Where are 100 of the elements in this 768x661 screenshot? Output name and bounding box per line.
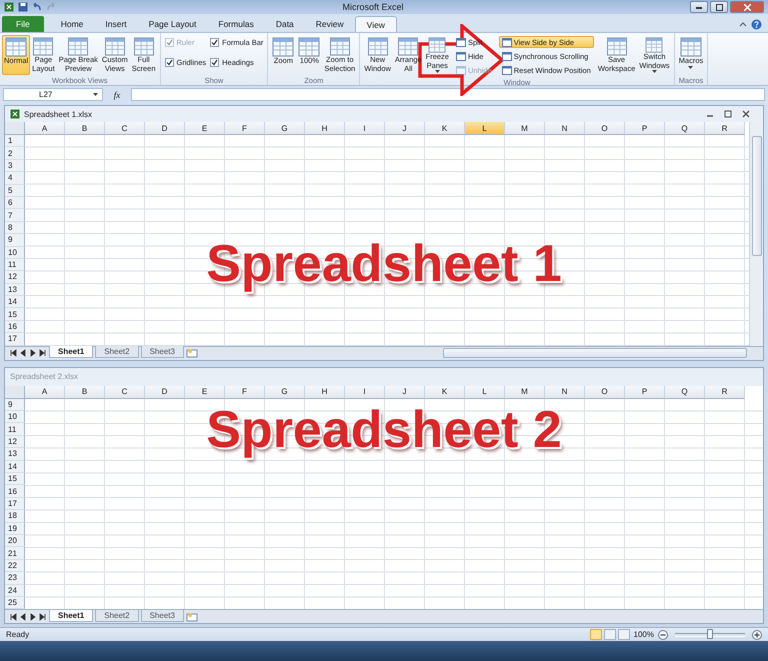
column-header[interactable]: L: [465, 386, 505, 399]
row-header[interactable]: 7: [5, 209, 25, 222]
sheet-tab[interactable]: Sheet3: [140, 610, 184, 622]
column-header[interactable]: C: [105, 386, 145, 399]
column-header[interactable]: M: [505, 122, 545, 135]
row-header[interactable]: 5: [5, 184, 25, 197]
row-header[interactable]: 9: [5, 234, 25, 247]
sheet-nav-icon[interactable]: [9, 612, 17, 621]
checkbox[interactable]: [210, 58, 220, 66]
row-header[interactable]: 19: [5, 522, 25, 535]
column-header[interactable]: K: [425, 122, 465, 135]
ribbon-tab[interactable]: View: [354, 16, 397, 32]
column-header[interactable]: G: [265, 386, 305, 399]
checkbox[interactable]: [164, 58, 174, 66]
row-header[interactable]: 21: [5, 547, 25, 560]
row-header[interactable]: 13: [5, 448, 25, 461]
column-header[interactable]: Q: [665, 386, 705, 399]
row-header[interactable]: 10: [5, 411, 25, 424]
row-header[interactable]: 9: [5, 398, 25, 412]
column-header[interactable]: M: [505, 386, 545, 399]
row-header[interactable]: 17: [5, 333, 25, 346]
column-header[interactable]: E: [185, 122, 225, 135]
column-header[interactable]: R: [705, 122, 745, 135]
ribbon-tab[interactable]: Data: [264, 16, 305, 32]
row-header[interactable]: 12: [5, 436, 25, 448]
column-header[interactable]: H: [305, 122, 345, 135]
sheet-nav-icon[interactable]: [9, 349, 17, 358]
row-header[interactable]: 22: [5, 560, 25, 572]
ribbon-tab[interactable]: Page Layout: [138, 16, 208, 32]
help-icon[interactable]: [751, 18, 762, 30]
row-header[interactable]: 15: [5, 472, 25, 486]
ribbon-tab[interactable]: Insert: [94, 16, 138, 32]
insert-sheet-icon[interactable]: [186, 612, 200, 622]
ribbon-tab[interactable]: Formulas: [207, 16, 265, 32]
column-header[interactable]: K: [425, 386, 465, 399]
column-header[interactable]: N: [545, 386, 585, 399]
column-header[interactable]: L: [465, 122, 505, 135]
column-header[interactable]: Q: [665, 122, 705, 135]
sheet-tab[interactable]: Sheet2: [95, 346, 139, 358]
row-header[interactable]: 1: [5, 135, 25, 148]
row-header[interactable]: 6: [5, 196, 25, 210]
column-header[interactable]: O: [585, 122, 625, 135]
restore-button[interactable]: [710, 1, 728, 13]
sheet-nav-icon[interactable]: [39, 612, 47, 621]
column-header[interactable]: J: [385, 122, 425, 135]
undo-icon[interactable]: [32, 2, 42, 12]
column-header[interactable]: A: [25, 386, 65, 399]
zoom-out-icon[interactable]: [658, 630, 668, 640]
row-header[interactable]: 18: [5, 510, 25, 523]
cell-grid[interactable]: [25, 398, 763, 610]
column-header[interactable]: B: [65, 122, 105, 135]
column-header[interactable]: E: [185, 386, 225, 399]
column-header[interactable]: G: [265, 122, 305, 135]
sheet-tab[interactable]: Sheet2: [95, 610, 139, 622]
row-header[interactable]: 17: [5, 498, 25, 510]
row-header[interactable]: 24: [5, 584, 25, 597]
column-header[interactable]: F: [225, 386, 265, 399]
column-header[interactable]: D: [145, 386, 185, 399]
close-button[interactable]: [730, 1, 764, 13]
column-header[interactable]: I: [345, 122, 385, 135]
vertical-scrollbar[interactable]: [749, 122, 763, 346]
sheet-tab[interactable]: Sheet3: [140, 346, 184, 358]
row-header[interactable]: 14: [5, 296, 25, 308]
column-header[interactable]: N: [545, 122, 585, 135]
column-header[interactable]: H: [305, 386, 345, 399]
slider-thumb[interactable]: [707, 628, 713, 639]
minimize-button[interactable]: [690, 1, 708, 13]
column-header[interactable]: O: [585, 386, 625, 399]
row-header[interactable]: 25: [5, 596, 25, 610]
zoom-percent[interactable]: 100%: [634, 630, 654, 640]
column-header[interactable]: D: [145, 122, 185, 135]
column-header[interactable]: P: [625, 386, 665, 399]
sheet-tab[interactable]: Sheet1: [49, 610, 94, 622]
file-tab[interactable]: File: [2, 16, 44, 32]
sheet-tab[interactable]: Sheet1: [49, 346, 94, 358]
column-header[interactable]: C: [105, 122, 145, 135]
row-header[interactable]: 14: [5, 460, 25, 473]
name-box[interactable]: L27: [3, 88, 103, 101]
spreadsheet-icon[interactable]: [4, 2, 14, 12]
zoom-in-icon[interactable]: [752, 630, 762, 640]
row-header[interactable]: 16: [5, 320, 25, 334]
close-icon[interactable]: [742, 110, 750, 118]
ribbon-tab[interactable]: Review: [304, 16, 355, 32]
column-header[interactable]: F: [225, 122, 265, 135]
restore-icon[interactable]: [724, 110, 732, 118]
row-header[interactable]: 11: [5, 423, 25, 436]
column-header[interactable]: R: [705, 386, 745, 399]
checkbox[interactable]: [210, 38, 220, 46]
ribbon-tab[interactable]: Home: [50, 16, 94, 32]
row-header[interactable]: 11: [5, 258, 25, 272]
formula-input[interactable]: [131, 88, 765, 101]
sheet-nav-icon[interactable]: [39, 349, 47, 358]
row-header[interactable]: 2: [5, 147, 25, 160]
column-header[interactable]: P: [625, 122, 665, 135]
row-header[interactable]: 4: [5, 172, 25, 185]
column-header[interactable]: B: [65, 386, 105, 399]
column-header[interactable]: J: [385, 386, 425, 399]
row-header[interactable]: 23: [5, 572, 25, 584]
row-header[interactable]: 15: [5, 308, 25, 321]
row-header[interactable]: 12: [5, 271, 25, 284]
